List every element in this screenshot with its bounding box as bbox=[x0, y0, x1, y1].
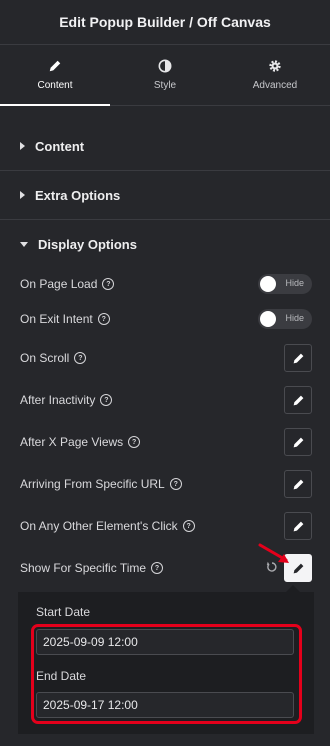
caret-right-icon bbox=[20, 142, 25, 150]
tab-style[interactable]: Style bbox=[110, 45, 220, 105]
section-content-label: Content bbox=[35, 138, 85, 154]
pencil-icon bbox=[49, 60, 61, 71]
option-label: On Page Load bbox=[20, 277, 98, 291]
section-display-options[interactable]: Display Options bbox=[0, 220, 330, 268]
tab-style-label: Style bbox=[153, 80, 177, 91]
option-label: On Scroll bbox=[20, 351, 70, 365]
help-icon[interactable]: ? bbox=[102, 278, 115, 290]
tab-content[interactable]: Content bbox=[0, 45, 110, 106]
option-on-exit-intent: On Exit Intent? Hide bbox=[20, 309, 312, 329]
option-label: Show For Specific Time bbox=[20, 561, 147, 575]
help-icon[interactable]: ? bbox=[74, 352, 87, 364]
help-icon[interactable]: ? bbox=[151, 562, 164, 574]
half-circle-icon bbox=[158, 59, 172, 73]
pencil-icon bbox=[293, 395, 303, 405]
end-date-label: End Date bbox=[36, 669, 87, 683]
after-page-views-edit-button[interactable] bbox=[284, 428, 312, 456]
option-arriving-url: Arriving From Specific URL? bbox=[20, 470, 312, 498]
option-label: On Any Other Element's Click bbox=[20, 519, 178, 533]
option-after-inactivity: After Inactivity? bbox=[20, 386, 312, 414]
help-icon[interactable]: ? bbox=[169, 478, 182, 490]
section-extra-label: Extra Options bbox=[35, 187, 121, 203]
option-label: After X Page Views bbox=[20, 435, 124, 449]
section-extra-options[interactable]: Extra Options bbox=[0, 171, 330, 220]
tab-content-label: Content bbox=[37, 79, 73, 91]
panel-header: Edit Popup Builder / Off Canvas bbox=[0, 0, 330, 45]
option-label: On Exit Intent bbox=[20, 312, 93, 326]
element-click-edit-button[interactable] bbox=[284, 512, 312, 540]
tab-advanced[interactable]: Advanced bbox=[220, 45, 330, 105]
pencil-icon bbox=[293, 521, 303, 531]
section-content[interactable]: Content bbox=[0, 122, 330, 171]
toggle-knob bbox=[260, 276, 276, 292]
specific-time-popover: Start Date End Date bbox=[18, 585, 314, 734]
pencil-icon bbox=[293, 353, 303, 363]
help-icon[interactable]: ? bbox=[128, 436, 141, 448]
start-date-label: Start Date bbox=[36, 605, 91, 619]
gear-icon bbox=[269, 60, 281, 72]
option-element-click: On Any Other Element's Click? bbox=[20, 512, 312, 540]
pencil-icon bbox=[293, 437, 303, 447]
caret-down-icon bbox=[20, 241, 28, 247]
help-icon[interactable]: ? bbox=[100, 394, 113, 406]
toggle-label: Hide bbox=[285, 278, 304, 288]
end-date-input[interactable] bbox=[36, 692, 294, 718]
option-label: After Inactivity bbox=[20, 393, 96, 407]
panel-title: Edit Popup Builder / Off Canvas bbox=[59, 14, 271, 30]
on-exit-intent-toggle[interactable]: Hide bbox=[258, 309, 312, 329]
toggle-knob bbox=[260, 311, 276, 327]
start-date-input[interactable] bbox=[36, 629, 294, 655]
option-label: Arriving From Specific URL bbox=[20, 477, 165, 491]
specific-time-edit-button[interactable] bbox=[284, 554, 312, 582]
reset-icon[interactable] bbox=[266, 561, 278, 573]
on-page-load-toggle[interactable]: Hide bbox=[258, 274, 312, 294]
help-icon[interactable]: ? bbox=[97, 313, 110, 325]
arriving-url-edit-button[interactable] bbox=[284, 470, 312, 498]
pencil-icon bbox=[293, 479, 303, 489]
option-on-scroll: On Scroll? bbox=[20, 344, 312, 372]
popover-notch bbox=[286, 585, 300, 592]
option-after-page-views: After X Page Views? bbox=[20, 428, 312, 456]
after-inactivity-edit-button[interactable] bbox=[284, 386, 312, 414]
caret-right-icon bbox=[20, 191, 25, 199]
section-display-label: Display Options bbox=[38, 236, 137, 252]
on-scroll-edit-button[interactable] bbox=[284, 344, 312, 372]
tab-advanced-label: Advanced bbox=[252, 80, 298, 91]
tab-bar: Content Style Advanced bbox=[0, 45, 330, 106]
option-on-page-load: On Page Load? Hide bbox=[20, 274, 312, 294]
toggle-label: Hide bbox=[285, 313, 304, 323]
pencil-icon bbox=[293, 563, 303, 573]
help-icon[interactable]: ? bbox=[182, 520, 195, 532]
